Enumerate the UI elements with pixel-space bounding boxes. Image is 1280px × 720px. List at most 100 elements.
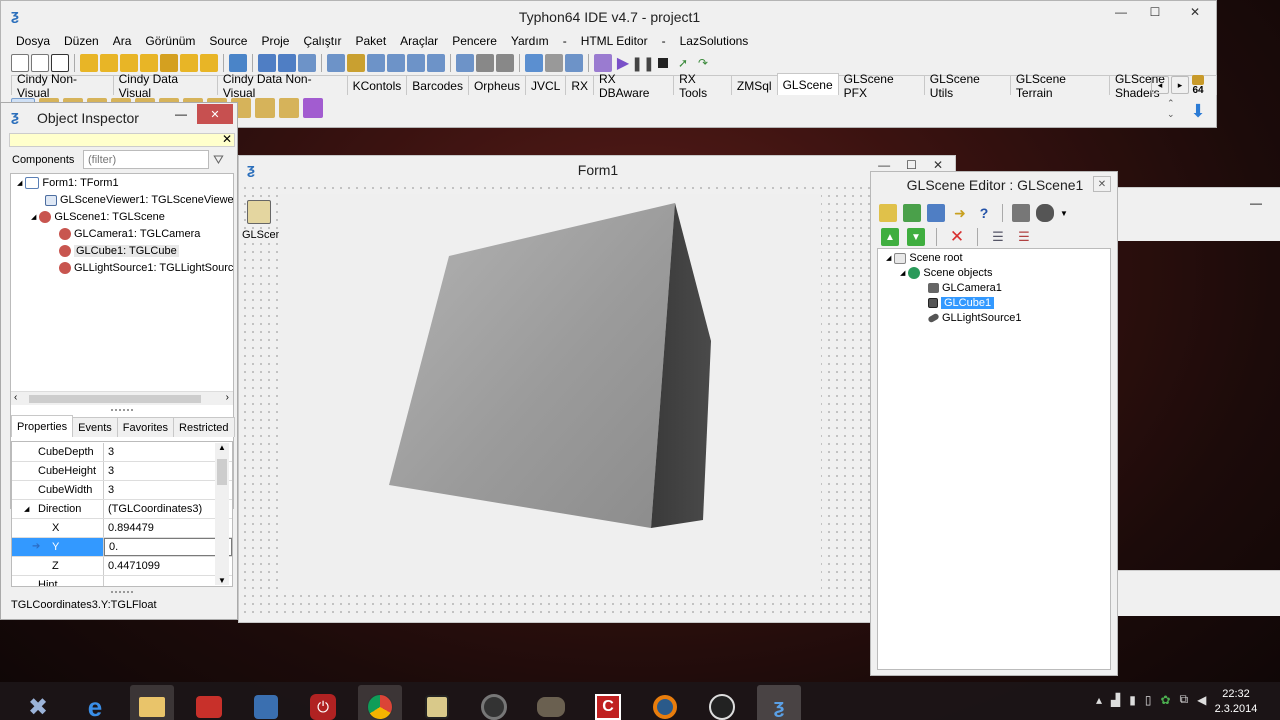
palette-tab[interactable]: ZMSql <box>730 75 778 95</box>
clock[interactable]: 22:32 2.3.2014 <box>1208 687 1264 717</box>
open-icon[interactable] <box>80 54 98 72</box>
property-value[interactable]: 3 <box>104 443 232 461</box>
add-effect-icon[interactable] <box>1036 204 1054 222</box>
palette-tab[interactable]: RX Tools <box>673 72 732 100</box>
app-x-icon[interactable]: ✖ <box>16 685 60 720</box>
menu-item[interactable]: Proje <box>254 34 296 48</box>
new-file-icon[interactable] <box>11 54 29 72</box>
expand-all-icon[interactable]: ☰ <box>989 228 1007 246</box>
step-into-icon[interactable]: ➚ <box>674 54 692 72</box>
collapse-all-icon[interactable]: ☰ <box>1015 228 1033 246</box>
tree-item-glcamera[interactable]: GLCamera1 <box>928 282 1002 294</box>
menu-item[interactable]: Düzen <box>57 34 106 48</box>
delete-icon[interactable]: ✕ <box>948 227 966 246</box>
palette-tab[interactable]: Cindy Data Non-Visual <box>216 72 348 100</box>
inspector-close-button[interactable]: ✕ <box>197 104 233 124</box>
scroll-thumb[interactable] <box>29 395 201 403</box>
close-file-icon[interactable] <box>298 54 316 72</box>
menu-item[interactable]: Dosya <box>9 34 57 48</box>
filter-icon[interactable]: ⛛ <box>213 152 224 168</box>
scroll-thumb[interactable] <box>217 459 227 485</box>
palette-tab[interactable]: GLScene Utils <box>923 72 1011 100</box>
save-icon[interactable] <box>903 204 921 222</box>
menu-item[interactable]: Çalıştır <box>296 34 348 48</box>
menu-item[interactable]: Pencere <box>445 34 504 48</box>
tree-item-light[interactable]: GLLightSource1: TGLLightSource1 <box>59 262 233 274</box>
menu-item[interactable]: Paket <box>348 34 393 48</box>
new-form-icon[interactable] <box>31 54 49 72</box>
move-down-icon[interactable]: ▼ <box>907 228 925 246</box>
menu-item[interactable]: Görünüm <box>138 34 202 48</box>
palette-tab[interactable]: Cindy Data Visual <box>112 72 218 100</box>
open-package-icon[interactable] <box>140 54 158 72</box>
property-value[interactable]: 0.4471099 <box>104 557 232 575</box>
tree-item-scene-objects[interactable]: ◢ Scene objects <box>900 267 993 279</box>
scroll-right-icon[interactable]: › <box>226 392 229 403</box>
menu-item[interactable]: Ara <box>106 34 139 48</box>
dropdown-arrow-icon[interactable]: ▼ <box>1060 209 1068 218</box>
save-icon[interactable] <box>258 54 276 72</box>
close-button[interactable]: ✕ <box>1172 1 1218 23</box>
chrome-icon[interactable] <box>358 685 402 720</box>
property-row[interactable]: Hint <box>12 576 232 586</box>
ccleaner-icon[interactable]: C <box>586 685 630 720</box>
step-over-icon[interactable]: ↷ <box>694 54 712 72</box>
scene-tree[interactable]: ◢ Scene root ◢ Scene objects GLCamera1 GLC… <box>877 248 1111 670</box>
battery-icon[interactable]: ▯ <box>1145 693 1152 707</box>
palette-tab[interactable]: RX <box>565 75 595 95</box>
run-icon[interactable]: ▶ <box>614 54 632 72</box>
toggle-form-icon[interactable] <box>327 54 345 72</box>
menu-item[interactable]: Yardım <box>504 34 556 48</box>
palette-tab[interactable]: KContols <box>346 75 408 95</box>
palette-vscroll[interactable]: ⌃ ⌄ <box>1167 98 1175 120</box>
palette-tab[interactable]: RX DBAware <box>593 72 675 100</box>
search-icon[interactable] <box>160 54 178 72</box>
view-icon[interactable] <box>200 54 218 72</box>
form1-close-button[interactable]: ✕ <box>933 158 943 172</box>
property-row[interactable]: ◢ Direction (TGLCoordinates3) <box>12 500 232 519</box>
pause-icon[interactable]: ❚❚ <box>631 54 654 72</box>
component-icon[interactable] <box>279 98 299 118</box>
property-row[interactable]: CubeHeight 3 <box>12 462 232 481</box>
menu-item[interactable]: Source <box>202 34 254 48</box>
tree-item-glcube[interactable]: GLCube1 <box>928 297 995 309</box>
property-tab[interactable]: Favorites <box>116 417 175 437</box>
power-icon[interactable]: ⏻ <box>301 685 345 720</box>
palette-tab[interactable]: GLScene PFX <box>837 72 925 100</box>
stay-on-top-icon[interactable]: ➜ <box>951 204 969 222</box>
palette-tab[interactable]: Cindy Non-Visual <box>11 72 114 100</box>
splitter[interactable] <box>111 409 133 413</box>
component-icon[interactable] <box>255 98 275 118</box>
stop-icon[interactable] <box>654 54 672 72</box>
property-row[interactable]: CubeWidth 3 <box>12 481 232 500</box>
save-all-icon[interactable] <box>278 54 296 72</box>
tree-item-sceneviewer[interactable]: GLSceneViewer1: TGLSceneViewer <box>45 194 233 206</box>
tray-expand-icon[interactable]: ▴ <box>1096 693 1102 707</box>
form1-maximize-button[interactable]: ☐ <box>906 158 917 172</box>
run-settings-icon[interactable] <box>594 54 612 72</box>
scroll-left-icon[interactable]: ‹ <box>14 392 17 403</box>
property-row[interactable]: ➔ Y 0. <box>12 538 232 557</box>
new-unit-icon[interactable] <box>51 54 69 72</box>
download-arrow-icon[interactable]: ⬇ <box>1187 101 1209 121</box>
property-row[interactable]: X 0.894479 <box>12 519 232 538</box>
prop-vscrollbar[interactable]: ▲ ▼ <box>215 443 229 585</box>
form1-minimize-button[interactable]: — <box>878 158 890 172</box>
open-project-icon[interactable] <box>120 54 138 72</box>
help-icon[interactable]: ? <box>975 204 993 222</box>
media-player-icon[interactable] <box>472 685 516 720</box>
tree-item-glscene[interactable]: ◢ GLScene1: TGLScene <box>31 211 165 223</box>
signal-icon[interactable]: ▟ <box>1111 693 1120 707</box>
run-options-icon[interactable] <box>456 54 474 72</box>
scroll-down-icon[interactable]: ▼ <box>218 576 226 585</box>
menu-item[interactable]: LazSolutions <box>673 34 756 48</box>
layout-icon[interactable] <box>229 54 247 72</box>
internet-explorer-icon[interactable]: e <box>73 685 117 720</box>
maximize-button[interactable]: ☐ <box>1138 1 1172 23</box>
glscene-component[interactable] <box>247 200 271 224</box>
property-row[interactable]: Z 0.4471099 <box>12 557 232 576</box>
tree-item-scene-root[interactable]: ◢ Scene root <box>886 252 963 264</box>
tree-item-camera[interactable]: GLCamera1: TGLCamera <box>59 228 200 240</box>
property-value[interactable]: 0.894479 <box>104 519 232 537</box>
property-grid[interactable]: CubeDepth 3 CubeHeight 3 CubeWidth 3 ◢ Directio… <box>11 441 233 587</box>
